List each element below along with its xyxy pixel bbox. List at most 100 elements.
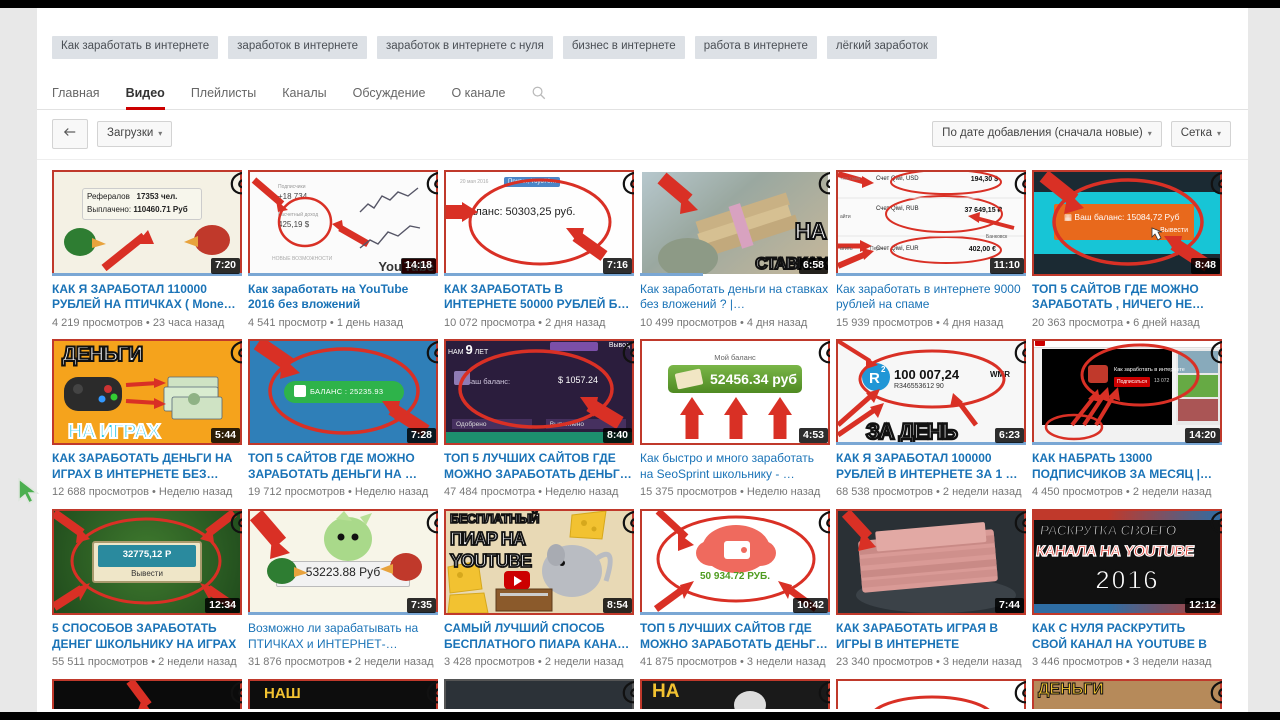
video-thumbnail[interactable]: Подписчики +18 734 Расчетный доход 425,1… xyxy=(248,169,438,276)
video-card[interactable]: Счет Qiwi, USD 194,30 $ Счет Qiwi, RUB 3… xyxy=(836,169,1026,331)
upload-age: 2 дня назад xyxy=(545,316,606,329)
video-card[interactable]: Подписчики +18 734 Расчетный доход 425,1… xyxy=(248,169,438,331)
video-title[interactable]: КАК ЗАРАБОТАТЬ ДЕНЬГИ НА ИГРАХ В ИНТЕРНЕ… xyxy=(52,451,242,483)
video-card[interactable] xyxy=(52,678,242,709)
video-card[interactable]: НА СТАВКАХ 6:58 Как заработать деньги на… xyxy=(640,169,830,331)
svg-text:2: 2 xyxy=(881,365,886,374)
video-card[interactable]: Мой баланс 52456.34 руб 4:53 Как быстро … xyxy=(640,339,830,500)
back-button[interactable] xyxy=(52,119,88,149)
channel-watermark-icon xyxy=(225,509,242,540)
video-card[interactable]: ДЕНЬГИ xyxy=(1032,678,1222,709)
video-thumbnail[interactable]: БЕСПЛАТНЫЙ ПИАР НА YOUTUBE 8:54 xyxy=(444,509,634,615)
video-meta: 15 939 просмотров • 4 дня назад xyxy=(836,316,1004,329)
video-title[interactable]: Как быстро и много заработать на SeoSpri… xyxy=(640,451,830,483)
video-title[interactable]: Как заработать на YouTube 2016 без вложе… xyxy=(248,282,438,314)
video-title[interactable]: САМЫЙ ЛУЧШИЙ СПОСОБ БЕСПЛАТНОГО ПИАРА КА… xyxy=(444,621,634,653)
video-thumbnail[interactable]: ▦ Ваш баланс: 15084,72 Руб Вывести 8:48 xyxy=(1032,169,1222,276)
uploads-dropdown-button[interactable]: Загрузки ▾ xyxy=(97,121,173,147)
video-thumbnail[interactable]: Мой баланс 52456.34 руб 4:53 xyxy=(640,339,830,446)
video-thumbnail[interactable]: БАЛАНС : 25235.93 7:28 xyxy=(248,339,438,446)
video-card[interactable]: ▦ Ваш баланс: 15084,72 Руб Вывести 8:48 xyxy=(1032,169,1222,331)
video-title[interactable]: КАК НАБРАТЬ 13000 ПОДПИСЧИКОВ ЗА МЕСЯЦ |… xyxy=(1032,451,1222,483)
video-title[interactable]: Возможно ли зарабатывать на ПТИЧКАХ и ИН… xyxy=(248,621,438,653)
video-title[interactable]: КАК Я ЗАРАБОТАЛ 100000 РУБЛЕЙ В ИНТЕРНЕТ… xyxy=(836,451,1026,483)
video-title[interactable]: ТОП 5 ЛУЧШИХ САЙТОВ ГДЕ МОЖНО ЗАРАБОТАТЬ… xyxy=(640,621,830,653)
video-card[interactable]: НА xyxy=(640,678,830,709)
view-count: 19 712 просмотров xyxy=(248,486,345,499)
video-row: 32775,12 Р Вывести 12:34 5 СПОСОБОВ ЗАРА… xyxy=(52,509,1248,670)
video-meta: 23 340 просмотров • 3 недели назад xyxy=(836,656,1022,668)
video-thumbnail[interactable]: НАМ 9 ЛЕТ Вывод Ваш баланс: $ 1057.24 Од… xyxy=(444,339,634,446)
video-card[interactable] xyxy=(444,678,634,709)
video-thumbnail[interactable]: ДЕНЬГИ xyxy=(52,339,242,446)
video-card[interactable]: 50 934.72 РУБ. 10:42 ТОП 5 ЛУЧШИХ САЙТОВ… xyxy=(640,509,830,670)
video-thumbnail[interactable]: 20 мая 2016 Привет, Yoyo70… Баланс: 5030… xyxy=(444,169,634,276)
video-card[interactable]: 32775,12 Р Вывести 12:34 5 СПОСОБОВ ЗАРА… xyxy=(52,509,242,670)
video-thumbnail[interactable] xyxy=(444,678,634,709)
view-count: 23 340 просмотров xyxy=(836,656,933,668)
video-title[interactable]: 5 СПОСОБОВ ЗАРАБОТАТЬ ДЕНЕГ ШКОЛЬНИКУ НА… xyxy=(52,621,242,653)
tab-channels[interactable]: Каналы xyxy=(282,87,326,109)
tab-videos[interactable]: Видео xyxy=(125,87,166,109)
video-card[interactable]: Как заработать в интернете Подписаться 1… xyxy=(1032,339,1222,500)
keyword-chip[interactable]: Как заработать в интернете xyxy=(52,36,219,59)
view-mode-dropdown-button[interactable]: Сетка ▾ xyxy=(1170,121,1231,147)
video-card[interactable]: НАМ 9 ЛЕТ Вывод Ваш баланс: $ 1057.24 Од… xyxy=(444,339,634,500)
video-card[interactable]: НАШ xyxy=(248,678,438,709)
video-title[interactable]: КАК ЗАРАБОТАТЬ В ИНТЕРНЕТЕ 50000 РУБЛЕЙ … xyxy=(444,282,634,314)
keyword-chip[interactable]: работа в интернете xyxy=(694,36,817,59)
video-title[interactable]: Как заработать в интернете 9000 рублей н… xyxy=(836,282,1026,314)
channel-watermark-icon xyxy=(225,679,242,709)
keyword-chip[interactable]: заработок в интернете с нуля xyxy=(377,36,553,59)
video-card[interactable]: ДЕНЬГИ xyxy=(52,339,242,500)
video-thumbnail[interactable]: НА xyxy=(640,678,830,709)
video-thumbnail[interactable]: НА СТАВКАХ 6:58 xyxy=(640,169,830,276)
sort-dropdown-button[interactable]: По дате добавления (сначала новые) ▾ xyxy=(932,121,1162,147)
video-thumbnail[interactable]: 32775,12 Р Вывести 12:34 xyxy=(52,509,242,615)
video-title[interactable]: КАК Я ЗАРАБОТАЛ 110000 РУБЛЕЙ НА ПТИЧКАХ… xyxy=(52,282,242,314)
view-count: 4 219 просмотров xyxy=(52,316,143,329)
video-thumbnail[interactable]: 53223.88 Руб 7:35 xyxy=(248,509,438,615)
video-card[interactable]: Рефералов 17353 чел. Выплачено: 110460.7… xyxy=(52,169,242,331)
video-card[interactable] xyxy=(836,678,1026,709)
video-thumbnail[interactable]: Рефералов 17353 чел. Выплачено: 110460.7… xyxy=(52,169,242,276)
video-card[interactable]: БАЛАНС : 25235.93 7:28 ТОП 5 САЙТОВ ГДЕ … xyxy=(248,339,438,500)
video-title[interactable]: ТОП 5 ЛУЧШИХ САЙТОВ ГДЕ МОЖНО ЗАРАБОТАТЬ… xyxy=(444,451,634,483)
video-card[interactable]: РАСКРУТКА СВОЕГО КАНАЛА НА YOUTUBE 2016 … xyxy=(1032,509,1222,670)
tab-playlists[interactable]: Плейлисты xyxy=(191,87,256,109)
video-card[interactable]: 20 мая 2016 Привет, Yoyo70… Баланс: 5030… xyxy=(444,169,634,331)
video-thumbnail[interactable]: ДЕНЬГИ xyxy=(1032,678,1222,709)
video-thumbnail[interactable] xyxy=(52,678,242,709)
channel-watermark-icon xyxy=(813,170,830,201)
video-thumbnail[interactable]: Счет Qiwi, USD 194,30 $ Счет Qiwi, RUB 3… xyxy=(836,169,1026,276)
tab-about[interactable]: О канале xyxy=(451,87,505,109)
video-card[interactable]: 53223.88 Руб 7:35 Возможно ли зарабатыва… xyxy=(248,509,438,670)
video-duration: 12:34 xyxy=(205,597,240,613)
video-thumbnail[interactable]: 50 934.72 РУБ. 10:42 xyxy=(640,509,830,615)
video-title[interactable]: ТОП 5 САЙТОВ ГДЕ МОЖНО ЗАРАБОТАТЬ ДЕНЬГИ… xyxy=(248,451,438,483)
keyword-chip[interactable]: лёгкий заработок xyxy=(826,36,938,59)
video-thumbnail[interactable]: НАШ xyxy=(248,678,438,709)
search-icon[interactable] xyxy=(531,85,546,109)
video-title[interactable]: КАК ЗАРАБОТАТЬ ИГРАЯ В ИГРЫ В ИНТЕРНЕТЕ xyxy=(836,621,1026,653)
video-thumbnail[interactable]: РАСКРУТКА СВОЕГО КАНАЛА НА YOUTUBE 2016 … xyxy=(1032,509,1222,615)
video-title[interactable]: КАК С НУЛЯ РАСКРУТИТЬ СВОЙ КАНАЛ НА YOUT… xyxy=(1032,621,1222,653)
svg-text:R: R xyxy=(869,370,880,387)
keyword-chip[interactable]: заработок в интернете xyxy=(228,36,368,59)
upload-age: Неделю назад xyxy=(746,486,821,499)
video-card[interactable]: 100 007,24 WMR R346553612 90 R 2 ЗА ДЕНЬ… xyxy=(836,339,1026,500)
tab-discussion[interactable]: Обсуждение xyxy=(353,87,426,109)
video-thumbnail[interactable] xyxy=(836,678,1026,709)
svg-text:айти: айти xyxy=(840,213,851,220)
video-title[interactable]: Как заработать деньги на ставках без вло… xyxy=(640,282,830,314)
video-title[interactable]: ТОП 5 САЙТОВ ГДЕ МОЖНО ЗАРАБОТАТЬ , НИЧЕ… xyxy=(1032,282,1222,314)
video-meta: 19 712 просмотров • Неделю назад xyxy=(248,486,429,499)
video-thumbnail[interactable]: 100 007,24 WMR R346553612 90 R 2 ЗА ДЕНЬ… xyxy=(836,339,1026,446)
channel-watermark-icon xyxy=(1009,679,1026,709)
video-card[interactable]: БЕСПЛАТНЫЙ ПИАР НА YOUTUBE 8:54 САМЫЙ ЛУ… xyxy=(444,509,634,670)
video-card[interactable]: 7:44 КАК ЗАРАБОТАТЬ ИГРАЯ В ИГРЫ В ИНТЕР… xyxy=(836,509,1026,670)
video-thumbnail[interactable]: Как заработать в интернете Подписаться 1… xyxy=(1032,339,1222,446)
tab-home[interactable]: Главная xyxy=(52,87,100,109)
video-thumbnail[interactable]: 7:44 xyxy=(836,509,1026,615)
keyword-chip[interactable]: бизнес в интернете xyxy=(562,36,685,59)
